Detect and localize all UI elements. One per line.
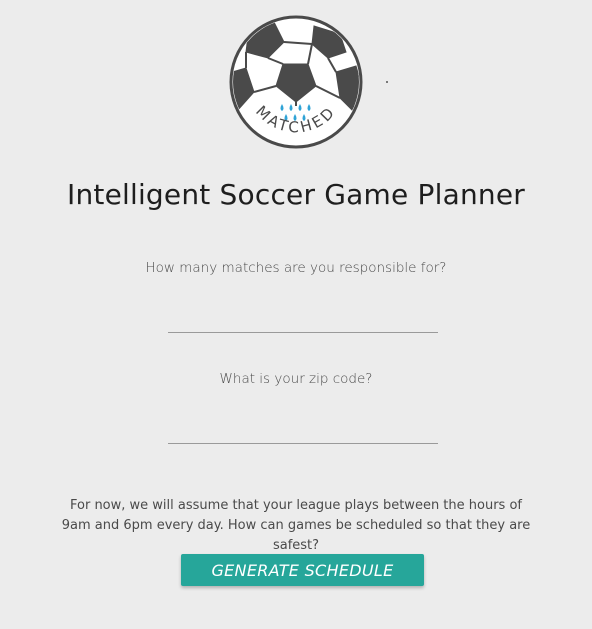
zip-code-input[interactable] (168, 421, 438, 444)
decorative-dot (386, 81, 388, 83)
matched-logo: MATCHED (228, 14, 364, 152)
soccer-ball-icon: MATCHED (229, 15, 363, 149)
page-title: Intelligent Soccer Game Planner (66, 178, 525, 211)
matches-question-label: How many matches are you responsible for… (145, 260, 447, 276)
zip-code-question-label: What is your zip code? (219, 371, 373, 387)
matches-input[interactable] (168, 310, 438, 333)
generate-schedule-button[interactable]: GENERATE SCHEDULE (181, 554, 424, 586)
assumption-note: For now, we will assume that your league… (61, 498, 531, 553)
